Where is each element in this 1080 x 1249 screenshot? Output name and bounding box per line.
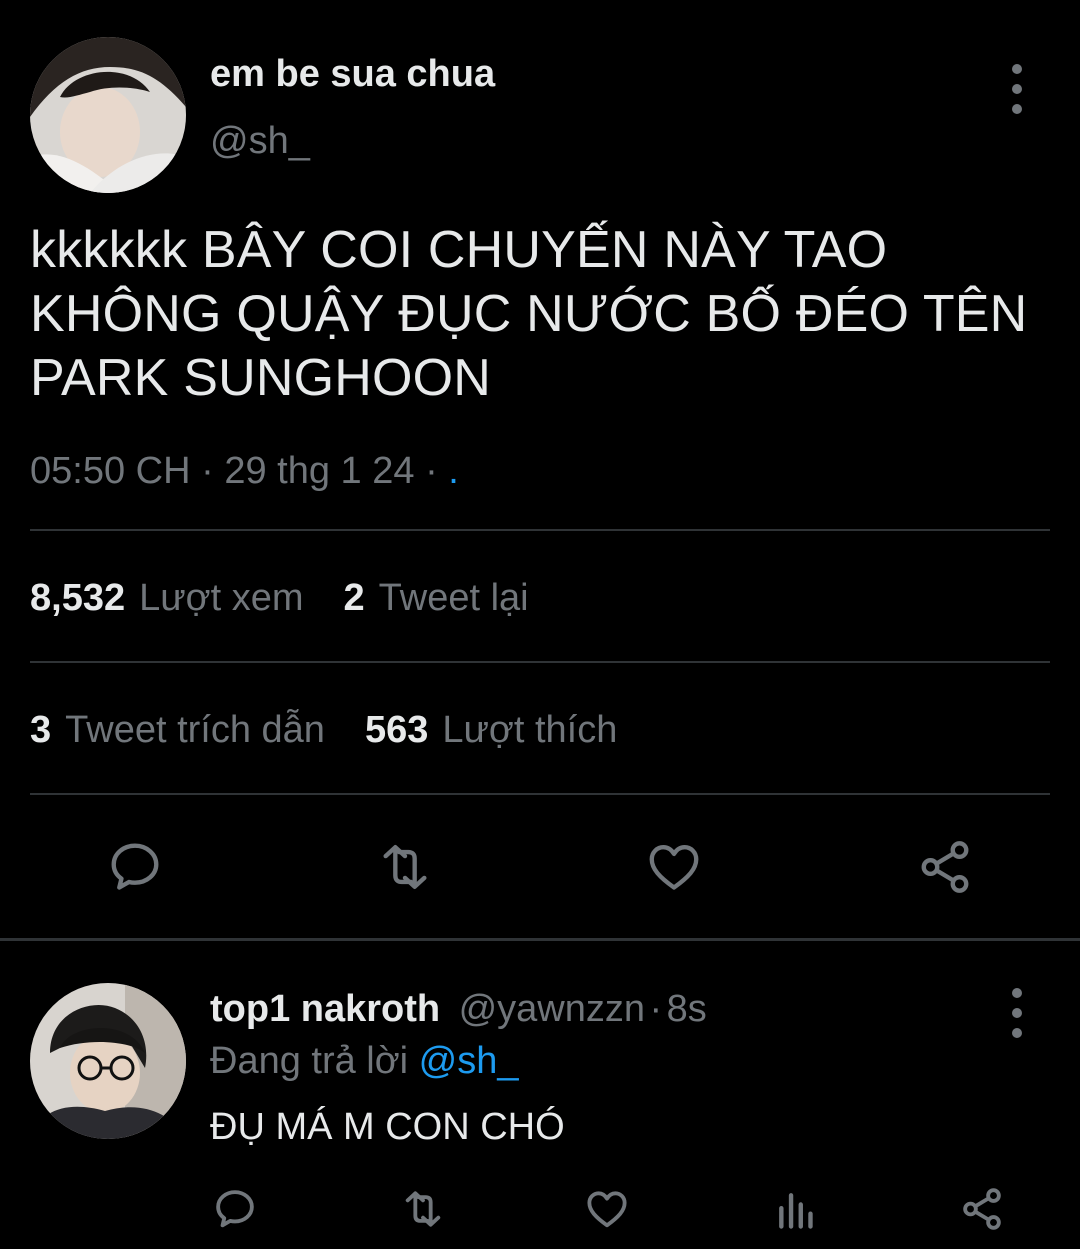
views-count: 8,532 <box>30 577 126 619</box>
quotes-stat[interactable]: 3 Tweet trích dẫn <box>30 709 325 752</box>
more-dot-icon <box>1012 1028 1022 1038</box>
like-button[interactable] <box>645 838 703 896</box>
reply-more-options-button[interactable] <box>1002 988 1032 1038</box>
retweets-stat[interactable]: 2 Tweet lại <box>344 577 529 620</box>
more-options-button[interactable] <box>1002 64 1032 114</box>
quotes-label: Tweet trích dẫn <box>65 709 325 751</box>
meta-separator: · <box>201 450 214 492</box>
views-label: Lượt xem <box>139 577 304 619</box>
share-icon <box>963 1188 1001 1230</box>
author-avatar[interactable] <box>30 37 186 193</box>
replying-to-mention[interactable]: @sh_ <box>419 1040 519 1082</box>
reply-analytics-button[interactable] <box>774 1188 818 1232</box>
divider <box>30 529 1050 531</box>
reply-age[interactable]: 8s <box>667 988 707 1030</box>
like-icon <box>649 845 699 890</box>
more-dot-icon <box>1012 988 1022 998</box>
retweets-label: Tweet lại <box>378 577 529 619</box>
reply-avatar-image <box>30 983 186 1139</box>
quotes-count: 3 <box>30 709 52 751</box>
replying-to-line: Đang trả lời @sh_ <box>210 1040 519 1083</box>
retweets-count: 2 <box>343 577 365 619</box>
reply-text: ĐỤ MÁ M CON CHÓ <box>210 1106 565 1148</box>
more-dot-icon <box>1012 84 1022 94</box>
tweet-time[interactable]: 05:50 CH <box>30 450 191 492</box>
retweet-icon <box>405 1191 441 1227</box>
tweet-source-link[interactable]: . <box>448 450 459 492</box>
section-divider <box>0 938 1080 941</box>
views-stat[interactable]: 8,532 Lượt xem <box>30 577 304 620</box>
stats-row-1: 8,532 Lượt xem 2 Tweet lại <box>30 577 569 620</box>
likes-label: Lượt thích <box>442 709 618 751</box>
more-dot-icon <box>1012 1008 1022 1018</box>
reply-icon <box>216 1190 254 1228</box>
divider <box>30 661 1050 663</box>
share-button[interactable] <box>915 838 975 896</box>
more-dot-icon <box>1012 64 1022 74</box>
likes-stat[interactable]: 563 Lượt thích <box>365 709 617 752</box>
share-icon <box>921 841 969 893</box>
tweet-timestamp: 05:50 CH · 29 thg 1 24 · . <box>30 450 459 493</box>
reply-icon <box>111 843 159 890</box>
reply-header: top1 nakroth @yawnzzn · 8s <box>210 988 707 1031</box>
reply-button[interactable] <box>106 838 164 896</box>
more-dot-icon <box>1012 104 1022 114</box>
replying-prefix: Đang trả lời <box>210 1040 409 1082</box>
tweet-date[interactable]: 29 thg 1 24 <box>224 450 414 492</box>
reply-avatar[interactable] <box>30 983 186 1139</box>
reply-display-name[interactable]: top1 nakroth <box>210 988 440 1030</box>
analytics-icon <box>779 1193 813 1229</box>
author-handle[interactable]: @sh_ <box>210 120 310 163</box>
reply-handle[interactable]: @yawnzzn <box>459 988 645 1030</box>
retweet-icon <box>383 845 427 889</box>
tweet-text: kkkkkk BÂY COI CHUYẾN NÀY TAO KHÔNG QUẬY… <box>30 221 1028 407</box>
reply-share-button[interactable] <box>958 1186 1006 1232</box>
reply-reply-button[interactable] <box>212 1186 258 1232</box>
reply-retweet-button[interactable] <box>396 1186 450 1232</box>
reply-like-button[interactable] <box>584 1186 630 1232</box>
author-display-name[interactable]: em be sua chua <box>210 53 495 96</box>
divider <box>30 793 1050 795</box>
stats-row-2: 3 Tweet trích dẫn 563 Lượt thích <box>30 709 657 752</box>
like-icon <box>587 1191 627 1228</box>
meta-separator: · <box>425 450 438 492</box>
likes-count: 563 <box>364 709 429 751</box>
author-avatar-image <box>30 37 186 193</box>
retweet-button[interactable] <box>372 838 438 896</box>
meta-separator: · <box>649 988 663 1030</box>
